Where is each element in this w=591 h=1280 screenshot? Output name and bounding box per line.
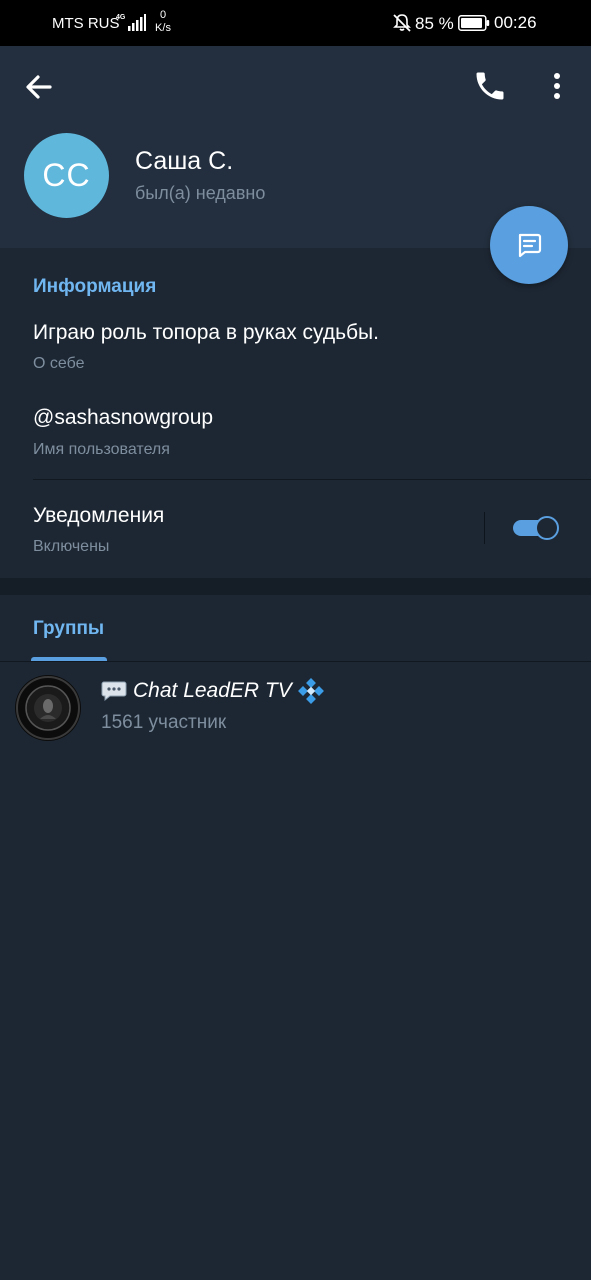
info-section-title: Информация xyxy=(33,276,157,297)
signal-icon: 4G xyxy=(116,14,146,31)
group-avatar-image xyxy=(16,676,80,740)
profile-name: Саша С. xyxy=(135,147,234,175)
bio-label: О себе xyxy=(33,355,85,372)
list-item[interactable]: Chat LeadER TV 1561 участник xyxy=(0,662,591,752)
group-members: 1561 участник xyxy=(101,712,227,733)
info-section: Информация Играю роль топора в руках суд… xyxy=(0,248,591,578)
battery-percent: 85 % xyxy=(415,14,454,33)
carrier-label: MTS RUS xyxy=(52,15,120,32)
notifications-label[interactable]: Уведомления xyxy=(33,504,164,528)
group-title: Chat LeadER TV xyxy=(101,678,324,704)
speed-value: 0 xyxy=(159,9,167,21)
divider xyxy=(33,479,591,480)
group-name: Chat LeadER TV xyxy=(133,679,292,702)
back-arrow-icon[interactable] xyxy=(22,70,56,104)
group-avatar xyxy=(15,675,81,741)
battery-icon xyxy=(458,15,490,31)
notifications-toggle[interactable] xyxy=(513,516,561,540)
toggle-separator xyxy=(484,512,485,544)
speed-unit: K/s xyxy=(155,22,171,34)
diamond-icon xyxy=(297,678,324,704)
section-gap xyxy=(0,578,591,595)
bio-text[interactable]: Играю роль топора в руках судьбы. xyxy=(33,321,379,345)
username-text[interactable]: @sashasnowgroup xyxy=(33,406,213,430)
send-message-button[interactable] xyxy=(490,206,568,284)
status-bar: MTS RUS 4G 0 K/s 85 % 00:26 xyxy=(0,0,591,46)
avatar-initials: CC xyxy=(42,157,91,193)
media-tabs: Группы xyxy=(0,595,591,662)
speech-bubble-icon xyxy=(101,681,127,702)
toggle-knob xyxy=(535,516,559,540)
more-vert-icon[interactable] xyxy=(543,68,571,104)
svg-text:4G: 4G xyxy=(116,14,126,21)
clock: 00:26 xyxy=(494,13,537,32)
username-label: Имя пользователя xyxy=(33,441,170,458)
tab-groups[interactable]: Группы xyxy=(33,618,104,640)
avatar[interactable]: CC xyxy=(24,133,109,218)
message-icon xyxy=(518,233,542,258)
notifications-state: Включены xyxy=(33,538,110,555)
phone-icon[interactable] xyxy=(472,68,508,104)
network-speed: 0 K/s xyxy=(153,9,173,35)
last-seen-status: был(а) недавно xyxy=(135,183,266,203)
bell-off-icon xyxy=(393,14,411,32)
